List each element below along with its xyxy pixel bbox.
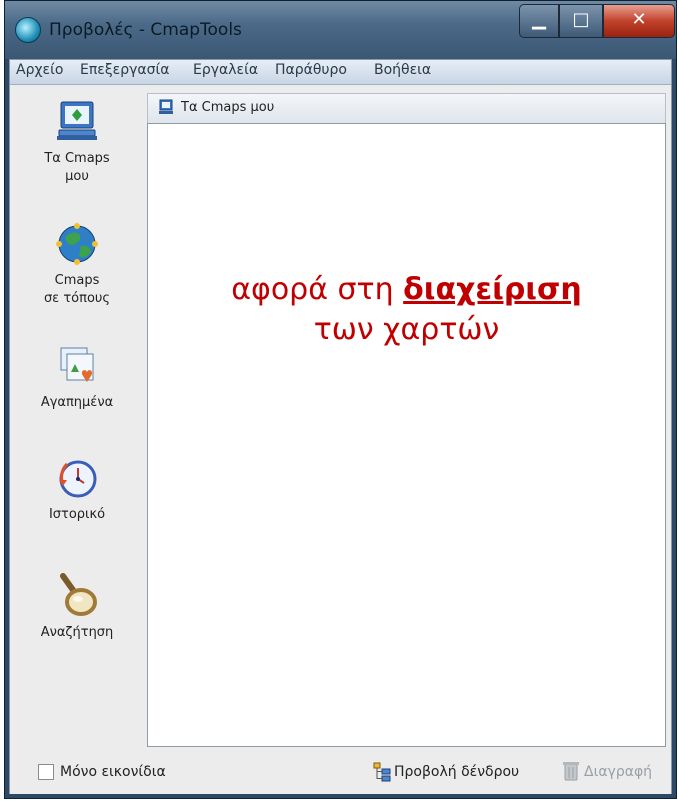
cmaptools-app-icon: [15, 17, 41, 43]
sidebar-item-favorites[interactable]: Αγαπημένα: [10, 342, 144, 412]
sidebar-item-my-cmaps[interactable]: Τα Cmaps μου: [10, 98, 144, 186]
window-client-area: Αρχείο Επεξεργασία Εργαλεία Παράθυρο Βοή…: [9, 59, 672, 794]
menu-help[interactable]: Βοήθεια: [374, 62, 431, 78]
sidebar-item-label: Τα Cmaps: [44, 151, 110, 166]
my-cmaps-small-icon: [158, 99, 174, 115]
title-bar[interactable]: Προβολές - CmapTools ▁ □ ✕: [5, 1, 676, 59]
sidebar-item-label-line2: μου: [65, 169, 89, 184]
cmaps-content-area[interactable]: αφορά στη διαχείριση των χαρτών: [147, 123, 666, 747]
annotation-prefix: αφορά στη: [231, 272, 404, 307]
icons-only-label: Μόνο εικονίδια: [60, 764, 166, 780]
menu-bar: Αρχείο Επεξεργασία Εργαλεία Παράθυρο Βοή…: [10, 60, 671, 85]
window-title: Προβολές - CmapTools: [49, 20, 242, 40]
tree-view-button[interactable]: Προβολή δένδρου: [394, 764, 519, 780]
sidebar-item-search[interactable]: Αναζήτηση: [10, 572, 144, 642]
annotation-line-2: των χαρτών: [313, 312, 500, 347]
close-button[interactable]: ✕: [603, 4, 675, 38]
delete-button: Διαγραφή: [584, 764, 653, 780]
menu-window[interactable]: Παράθυρο: [275, 62, 347, 78]
my-cmaps-icon: [53, 98, 101, 146]
history-clock-icon: [53, 454, 101, 502]
menu-tools[interactable]: Εργαλεία: [193, 62, 258, 78]
views-sidebar: Τα Cmaps μου Cmaps σε τόπους Αγαπημένα Ι…: [10, 84, 144, 744]
bottom-toolbar: Μόνο εικονίδια Προβολή δένδρου Διαγραφή: [10, 750, 671, 794]
sidebar-item-label: Cmaps: [54, 273, 100, 288]
sidebar-item-label-line2: σε τόπους: [43, 291, 111, 306]
annotation-emphasis: διαχείριση: [403, 272, 582, 307]
minimize-button[interactable]: ▁: [519, 4, 559, 38]
sidebar-item-history[interactable]: Ιστορικό: [10, 454, 144, 524]
globe-icon: [53, 220, 101, 268]
menu-edit[interactable]: Επεξεργασία: [80, 62, 169, 78]
annotation-line-1: αφορά στη διαχείριση: [148, 270, 665, 310]
sidebar-item-label: Ιστορικό: [48, 507, 106, 522]
maximize-button[interactable]: □: [559, 4, 603, 38]
tree-view-icon[interactable]: [373, 762, 391, 782]
panel-header: Τα Cmaps μου: [147, 93, 666, 123]
icons-only-checkbox[interactable]: [38, 764, 54, 780]
annotation-text: αφορά στη διαχείριση των χαρτών: [148, 270, 665, 350]
trash-icon: [562, 760, 580, 782]
sidebar-item-label: Αγαπημένα: [40, 395, 114, 410]
sidebar-item-cmaps-in-places[interactable]: Cmaps σε τόπους: [10, 220, 144, 308]
cmaptools-views-window: Προβολές - CmapTools ▁ □ ✕ Αρχείο Επεξερ…: [4, 0, 677, 799]
panel-title: Τα Cmaps μου: [181, 100, 275, 115]
favorites-icon: [53, 342, 101, 390]
magnifier-icon: [53, 572, 101, 620]
sidebar-item-label: Αναζήτηση: [40, 625, 114, 640]
menu-file[interactable]: Αρχείο: [16, 62, 63, 78]
